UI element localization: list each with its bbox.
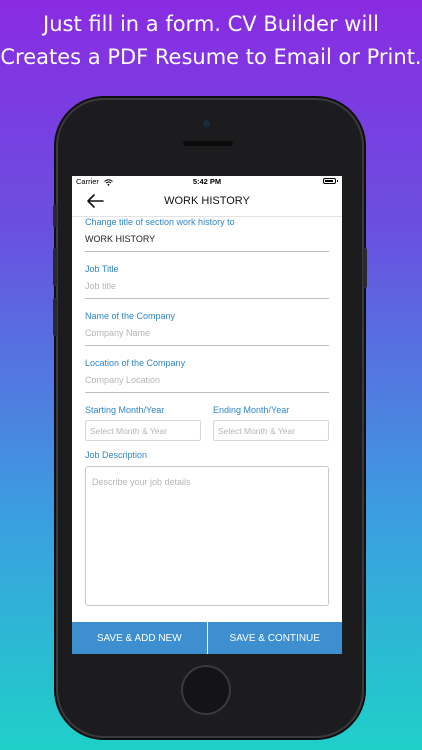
save-continue-button[interactable]: SAVE & CONTINUE (206, 622, 342, 654)
job-description-label: Job Description (85, 450, 148, 460)
end-date-group: Ending Month/Year Select Month & Year (213, 405, 329, 441)
promo-line-2: Creates a PDF Resume to Email or Print. (0, 45, 422, 69)
promo-headline: Just fill in a form. CV Builder will Cre… (0, 8, 422, 74)
date-row: Starting Month/Year Select Month & Year … (85, 405, 329, 441)
job-description-textarea[interactable]: Describe your job details (85, 466, 329, 606)
company-location-input[interactable]: Company Location (85, 368, 329, 393)
start-date-label: Starting Month/Year (85, 405, 165, 415)
status-time: 5:42 PM (192, 177, 222, 186)
start-date-group: Starting Month/Year Select Month & Year (85, 405, 201, 441)
home-button[interactable] (181, 665, 231, 715)
job-title-label: Job Title (85, 264, 119, 274)
save-add-new-button[interactable]: SAVE & ADD NEW (72, 622, 207, 654)
company-location-label: Location of the Company (85, 358, 186, 368)
app-screen: Carrier 5:42 PM WORK HISTORY Change titl… (72, 176, 342, 654)
company-name-label: Name of the Company (85, 311, 176, 321)
earpiece-speaker (183, 141, 233, 146)
start-date-picker[interactable]: Select Month & Year (85, 420, 201, 441)
power-button (363, 248, 367, 288)
section-title-label: Change title of section work history to (85, 217, 235, 227)
end-date-label: Ending Month/Year (213, 405, 290, 415)
mute-switch (53, 205, 57, 227)
page-title: WORK HISTORY (164, 195, 250, 207)
battery-icon (323, 178, 338, 184)
company-name-input[interactable]: Company Name (85, 321, 329, 346)
promo-line-1: Just fill in a form. CV Builder will (43, 12, 379, 36)
end-date-picker[interactable]: Select Month & Year (213, 420, 329, 441)
action-bar: SAVE & ADD NEW SAVE & CONTINUE (72, 622, 342, 654)
volume-up-button (53, 248, 57, 286)
work-history-form: Change title of section work history to … (85, 217, 329, 606)
navigation-bar: WORK HISTORY (72, 186, 342, 217)
job-title-input[interactable]: Job title (85, 274, 329, 299)
volume-down-button (53, 298, 57, 336)
front-camera (203, 120, 210, 127)
section-title-input[interactable]: WORK HISTORY (85, 227, 329, 252)
status-bar: Carrier 5:42 PM (72, 176, 342, 186)
